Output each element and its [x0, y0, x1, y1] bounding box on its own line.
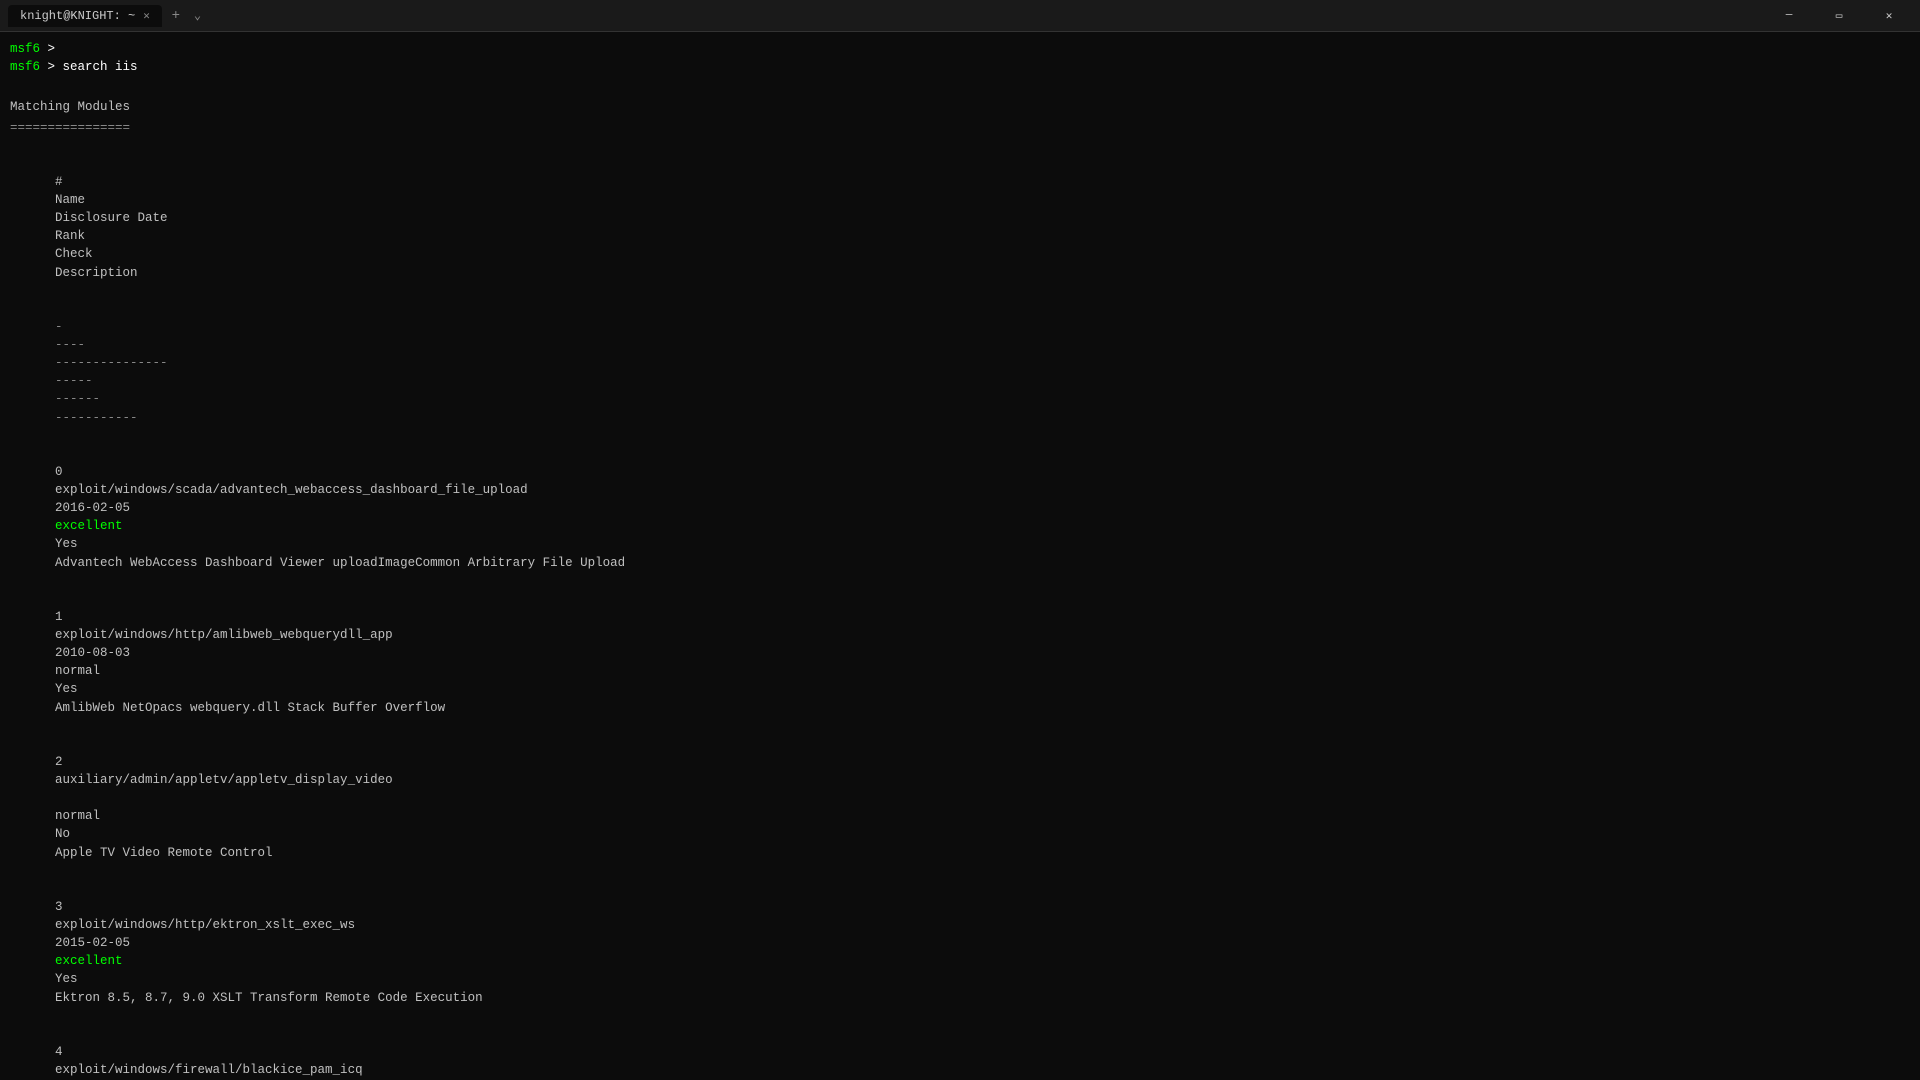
close-button[interactable]: ✕: [1866, 6, 1912, 26]
terminal-tab[interactable]: knight@KNIGHT: ~ ✕: [8, 5, 162, 27]
table-row: 3 exploit/windows/http/ektron_xslt_exec_…: [10, 880, 1910, 1025]
column-dividers: - ---- --------------- ----- ------ ----…: [10, 300, 1910, 445]
window-controls: ─ ▭ ✕: [1766, 6, 1912, 26]
maximize-button[interactable]: ▭: [1816, 6, 1862, 26]
column-headers: # Name Disclosure Date Rank Check Descri…: [10, 155, 1910, 300]
terminal-content: msf6 > msf6 > search iis Matching Module…: [0, 32, 1920, 1080]
table-row: 4 exploit/windows/firewall/blackice_pam_…: [10, 1025, 1910, 1080]
blank-line-2: [10, 137, 1910, 155]
prompt-line-2: msf6 > search iis: [10, 58, 1910, 76]
minimize-button[interactable]: ─: [1766, 6, 1812, 26]
table-row: 0 exploit/windows/scada/advantech_webacc…: [10, 445, 1910, 590]
blank-line-1: [10, 76, 1910, 94]
terminal-window: knight@KNIGHT: ~ ✕ + ⌄ ─ ▭ ✕ msf6 > msf6…: [0, 0, 1920, 1080]
tab-label: knight@KNIGHT: ~: [20, 9, 135, 23]
table-row: 1 exploit/windows/http/amlibweb_webquery…: [10, 590, 1910, 735]
table-row: 2 auxiliary/admin/appletv/appletv_displa…: [10, 735, 1910, 880]
section-divider: ================: [10, 119, 1910, 137]
titlebar: knight@KNIGHT: ~ ✕ + ⌄ ─ ▭ ✕: [0, 0, 1920, 32]
new-tab-button[interactable]: +: [162, 2, 190, 30]
prompt-text-1: msf6: [10, 42, 40, 56]
section-header: Matching Modules: [10, 98, 1910, 116]
tab-close-button[interactable]: ✕: [143, 9, 150, 23]
prompt-line-1: msf6 >: [10, 40, 1910, 58]
prompt-text-2: msf6: [10, 60, 40, 74]
tab-dropdown[interactable]: ⌄: [194, 8, 201, 23]
